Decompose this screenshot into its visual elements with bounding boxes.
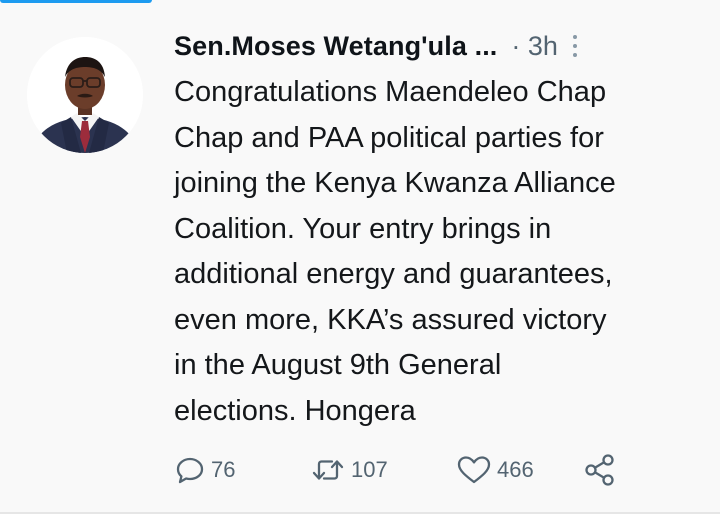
timestamp[interactable]: · 3h xyxy=(511,31,558,62)
like-button[interactable]: 466 xyxy=(456,454,582,486)
tweet-text: Congratulations Maendeleo Chap Chap and … xyxy=(174,70,714,434)
share-icon xyxy=(585,454,614,486)
avatar[interactable] xyxy=(27,37,143,153)
avatar-image xyxy=(27,37,143,153)
heart-icon xyxy=(457,456,491,484)
more-options-icon[interactable] xyxy=(570,31,580,61)
tweet-text-line: joining the Kenya Kwanza Alliance xyxy=(174,167,616,199)
tweet-actions: 76 107 466 xyxy=(174,448,618,492)
reply-icon xyxy=(176,457,204,484)
tweet-text-line: additional energy and guarantees, xyxy=(174,258,613,290)
tweet-text-line: elections. Hongera xyxy=(174,394,416,427)
share-button[interactable] xyxy=(582,453,618,487)
retweet-button[interactable]: 107 xyxy=(310,454,456,486)
retweet-icon xyxy=(312,460,344,480)
tweet-text-line: Congratulations Maendeleo Chap xyxy=(174,76,607,108)
tweet-text-line: Chap and PAA political parties for xyxy=(174,121,604,154)
retweet-count: 107 xyxy=(351,457,388,482)
like-count: 466 xyxy=(497,457,534,482)
tweet-text-line: even more, KKA’s assured victory xyxy=(174,303,607,336)
reply-count: 76 xyxy=(211,457,236,482)
tweet-text-line: Coalition. Your entry brings in xyxy=(174,212,552,245)
tweet-content: Sen.Moses Wetang'ula ... · 3h Congratula… xyxy=(174,26,694,434)
tweet-text-line: in the August 9th General xyxy=(174,349,502,381)
tweet-card[interactable]: Sen.Moses Wetang'ula ... · 3h Congratula… xyxy=(0,0,720,514)
tweet-header: Sen.Moses Wetang'ula ... · 3h xyxy=(174,26,694,66)
author-name[interactable]: Sen.Moses Wetang'ula ... xyxy=(174,31,497,62)
reply-button[interactable]: 76 xyxy=(174,454,310,486)
